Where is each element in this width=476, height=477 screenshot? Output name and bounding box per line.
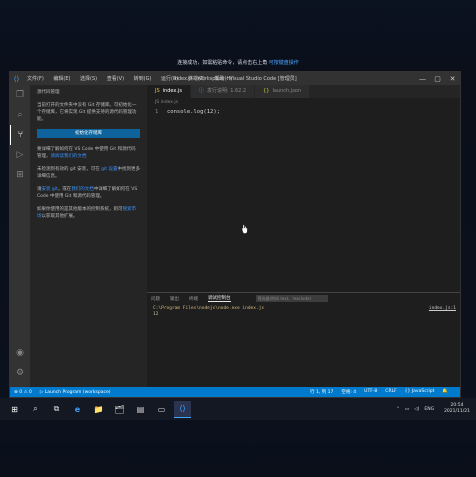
- install-git-paragraph: 请安装 git，或在我们的文档中详细了解如何在 VS Code 中使用 Git …: [37, 187, 138, 199]
- minimize-button[interactable]: —: [415, 75, 430, 83]
- tab-release-notes[interactable]: ⓘ 发行说明: 1.62.2: [190, 85, 256, 98]
- settings-gear-icon[interactable]: ⚙: [10, 363, 30, 383]
- menu-run[interactable]: 运行(R): [157, 76, 182, 82]
- editor-tabs: JS index.js ⓘ 发行说明: 1.62.2 {} launch.json: [147, 85, 460, 98]
- remote-desktop-stage: 连接成功，如需粘贴命令，请点击右上角 可按键盘操作 ⟨⟩ 文件(F) 编辑(E)…: [0, 0, 476, 477]
- info-icon: ⓘ: [198, 88, 204, 94]
- vscode-logo-icon: ⟨⟩: [13, 74, 20, 83]
- activity-bar: ❐ ⌕ ⑂ ▷ ⊞ ◉ ⚙: [10, 85, 30, 387]
- menu-selection[interactable]: 选择(S): [76, 76, 101, 82]
- tab-launch-json[interactable]: {} launch.json: [255, 85, 311, 98]
- file-explorer-icon[interactable]: 📁: [90, 401, 107, 418]
- line-number: 1: [155, 109, 159, 115]
- search-taskbar-icon[interactable]: ⌕: [27, 401, 44, 418]
- extensions-icon[interactable]: ⊞: [10, 165, 30, 185]
- install-git-link[interactable]: 安装 git: [42, 187, 58, 192]
- launch-config-status[interactable]: ▷ Launch Program (workspace): [40, 390, 111, 395]
- code-editor[interactable]: 1 console.log(12);: [147, 107, 460, 292]
- system-tray: ⌃ ▭ ◁) ENG 20:54 2021/11/21: [391, 403, 476, 415]
- close-button[interactable]: ✕: [445, 75, 460, 83]
- breadcrumb[interactable]: JS index.js: [147, 98, 460, 107]
- volume-icon[interactable]: ◁): [414, 407, 419, 412]
- js-file-icon: JS: [155, 88, 160, 94]
- input-language[interactable]: ENG: [424, 407, 434, 412]
- marketplace-paragraph: 如果你使用的是其他版本的控制系统，则可搜索市场以获取其他扩展。: [37, 207, 136, 219]
- cursor-position[interactable]: 行 1, 列 17: [310, 389, 333, 395]
- debug-output: C:\Program Files\nodejs\node.exe index.j…: [147, 304, 460, 320]
- bottom-panel: 问题 输出 终端 调试控制台 筛选器(例如 text、!exclude) C:\…: [147, 292, 460, 387]
- folder-icon[interactable]: 🗂: [111, 401, 128, 418]
- git-missing-paragraph: 未检测到有效的 git 安装，可在 git 设置中找到更多详细信息。: [37, 167, 140, 179]
- json-file-icon: {}: [263, 88, 270, 94]
- filter-input[interactable]: 筛选器(例如 text、!exclude): [255, 295, 328, 302]
- menu-file[interactable]: 文件(F): [23, 76, 48, 82]
- line-ending[interactable]: CRLF: [385, 389, 396, 395]
- menu-terminal[interactable]: 终端(T): [184, 76, 209, 82]
- init-repo-button[interactable]: 初始化存储库: [37, 129, 140, 138]
- title-bar: ⟨⟩ 文件(F) 编辑(E) 选择(S) 查看(V) 转到(G) 运行(R) 终…: [10, 72, 460, 85]
- terminal-icon[interactable]: ▭: [153, 401, 170, 418]
- run-debug-icon[interactable]: ▷: [10, 145, 30, 165]
- tab-terminal[interactable]: 终端: [189, 296, 198, 302]
- connection-notice: 连接成功，如需粘贴命令，请点击右上角 可按键盘操作: [177, 60, 299, 66]
- network-icon[interactable]: ▭: [405, 407, 409, 412]
- output-value: 12: [153, 312, 159, 317]
- vscode-window: ⟨⟩ 文件(F) 编辑(E) 选择(S) 查看(V) 转到(G) 运行(R) 终…: [9, 71, 461, 398]
- docs-link[interactable]: 请阅读我们的文档: [51, 154, 87, 159]
- tab-debug-console[interactable]: 调试控制台: [208, 295, 231, 302]
- code-line[interactable]: console.log(12);: [167, 109, 220, 115]
- explorer-icon[interactable]: ❐: [10, 85, 30, 105]
- taskbar: ⊞ ⌕ ⧉ e 📁 🗂 ▤ ▭ ⟨⟩ ⌃ ▭ ◁) ENG 20:54 2021/…: [0, 398, 476, 420]
- tab-index-js[interactable]: JS index.js: [147, 85, 191, 98]
- bell-icon[interactable]: 🔔: [442, 389, 448, 395]
- task-view-icon[interactable]: ⧉: [48, 401, 65, 418]
- clock[interactable]: 20:54 2021/11/21: [439, 403, 470, 415]
- vscode-taskbar-icon[interactable]: ⟨⟩: [174, 400, 191, 418]
- source-link[interactable]: index.js:1: [429, 306, 456, 312]
- docs-paragraph: 要详细了解如何在 VS Code 中使用 Git 和源代码管理，请阅读我们的文档: [37, 147, 136, 159]
- search-icon[interactable]: ⌕: [10, 105, 30, 125]
- tray-up-arrow-icon[interactable]: ⌃: [396, 407, 400, 412]
- account-icon[interactable]: ◉: [10, 343, 30, 363]
- tab-output[interactable]: 输出: [170, 296, 179, 302]
- menu-bar: 文件(F) 编辑(E) 选择(S) 查看(V) 转到(G) 运行(R) 终端(T…: [23, 75, 236, 82]
- maximize-button[interactable]: ▢: [430, 75, 445, 83]
- sidebar-title: 源代码管理: [37, 90, 60, 95]
- language-mode[interactable]: {} JavaScript: [405, 389, 435, 395]
- no-repo-text: 当前打开的文件夹中没有 Git 存储库。可初始化一个存储库，它将实现 Git 提…: [37, 103, 137, 122]
- start-icon[interactable]: ⊞: [6, 401, 23, 418]
- encoding[interactable]: UTF-8: [364, 389, 377, 395]
- status-bar: ⊗ 0 ⚠ 0 ▷ Launch Program (workspace) 行 1…: [10, 387, 460, 397]
- tab-problems[interactable]: 问题: [151, 296, 160, 302]
- notice-link[interactable]: 可按键盘操作: [269, 60, 299, 66]
- menu-view[interactable]: 查看(V): [103, 76, 128, 82]
- menu-go[interactable]: 转到(G): [130, 76, 156, 82]
- menu-help[interactable]: 帮助(H): [211, 76, 237, 82]
- source-control-icon[interactable]: ⑂: [10, 125, 30, 145]
- menu-edit[interactable]: 编辑(E): [49, 76, 74, 82]
- git-settings-link[interactable]: git 设置: [101, 167, 117, 172]
- mouse-pointer-icon: [242, 224, 248, 234]
- source-control-sidebar: 源代码管理 当前打开的文件夹中没有 Git 存储库。可初始化一个存储库，它将实现…: [30, 85, 147, 387]
- server-manager-icon[interactable]: ▤: [132, 401, 149, 418]
- problems-status[interactable]: ⊗ 0 ⚠ 0: [14, 390, 32, 395]
- our-docs-link[interactable]: 我们的文档: [71, 187, 94, 192]
- indentation[interactable]: 空格: 4: [341, 389, 356, 395]
- edge-icon[interactable]: e: [69, 401, 86, 418]
